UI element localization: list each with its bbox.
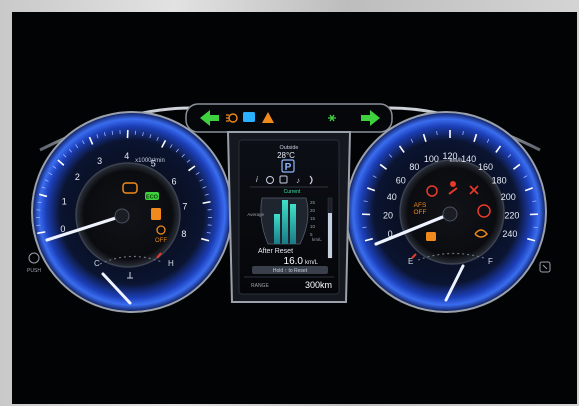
economy-bar (290, 204, 296, 244)
indicator-strip (185, 103, 393, 133)
after-reset-value: 16.0 (284, 256, 304, 267)
economy-scale-label: 10 (310, 224, 316, 229)
tach-tick-label: 0 (60, 224, 65, 234)
tach-minor-tick (134, 130, 137, 135)
tach-needle-hub (114, 208, 130, 224)
tach-tick-label: 4 (124, 151, 129, 161)
speedo-unit-label: km/h (449, 158, 462, 164)
speed-tick-label: 140 (461, 154, 476, 164)
blue-lamp-icon (243, 112, 255, 122)
speed-tick-label: 40 (387, 192, 397, 202)
speed-tick-label: 180 (492, 175, 507, 185)
speed-tick-label: 100 (424, 154, 439, 164)
afs-label-line1: AFS (414, 202, 427, 209)
afs-label-line2: OFF (414, 209, 427, 216)
range-value: 300km (305, 280, 332, 290)
speedo-needle-hub (442, 206, 458, 222)
hold-reset-label: Hold ↑ to Reset (273, 268, 308, 274)
speed-tick-label: 60 (396, 175, 406, 185)
gauge-unit-label: km/L (312, 237, 322, 242)
push-start-icon: PUSH (27, 252, 41, 274)
economy-scale-label: 20 (310, 208, 316, 213)
audio-icon: ♪ (296, 176, 300, 185)
tach-tick-label: 6 (171, 176, 176, 186)
dashboard-photo: 012345678 x1000r/min ECO OFF C H 0 20 40… (0, 0, 579, 406)
economy-scale-label: 15 (310, 216, 316, 221)
speed-tick-label: 160 (478, 162, 493, 172)
gauge-average-label: Average (247, 212, 264, 217)
outside-temp-value: 28°C (277, 151, 295, 160)
tach-tick-label: 1 (62, 196, 67, 206)
after-reset-label: After Reset (258, 248, 293, 255)
economy-bar (282, 200, 288, 244)
tach-tick-label: 3 (97, 156, 102, 166)
vsc-off-label: OFF (155, 238, 167, 244)
after-reset-unit: km/L (305, 260, 319, 266)
range-label: RANGE (251, 283, 269, 289)
speed-tick-label: 240 (502, 229, 517, 239)
speed-tick-label: 200 (501, 192, 516, 202)
temp-hot-label: H (168, 259, 174, 268)
gauge-current-label: Current (284, 189, 301, 195)
cluster-graphics: 0123 45678 x1000r/min ECO OFF C H 020406… (27, 103, 551, 313)
park-symbol: P (285, 162, 292, 173)
economy-bar (274, 214, 280, 244)
fuel-level-bar-fill (328, 213, 332, 258)
tach-minor-tick (111, 130, 114, 135)
tach-unit-label: x1000r/min (135, 158, 165, 164)
trip-meter-icon (539, 261, 551, 273)
tach-tick-label: 8 (181, 229, 186, 239)
tach-tick-label: 2 (75, 172, 80, 182)
slip-indicator-icon (151, 208, 161, 220)
tach-tick-label: 7 (182, 202, 187, 212)
fuel-low-icon (426, 232, 436, 241)
airbag-icon (450, 181, 456, 187)
push-label: PUSH (27, 268, 41, 274)
temp-cold-label: C (94, 259, 100, 268)
fuel-full-label: F (488, 257, 493, 266)
economy-scale-label: 25 (310, 200, 316, 205)
speed-tick-label: 20 (383, 210, 393, 220)
tachometer: 0123 45678 x1000r/min ECO OFF C H (31, 111, 233, 313)
eco-badge-label: ECO (146, 195, 159, 201)
speed-tick-label: 220 (504, 210, 519, 220)
multi-info-display: Outside 28°C P i ♪ Current Average 25201… (226, 131, 352, 303)
info-icon: i (256, 175, 258, 184)
speedometer: 020406080100 120 140160180200220240 km/h A… (345, 111, 547, 313)
speed-tick-label: 80 (409, 162, 419, 172)
